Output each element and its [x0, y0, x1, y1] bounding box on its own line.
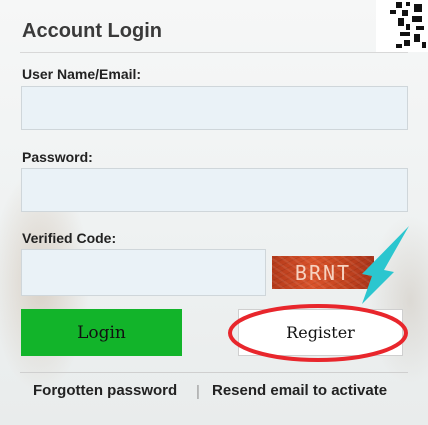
resend-activation-link[interactable]: Resend email to activate	[212, 382, 387, 399]
verified-code-input[interactable]	[21, 249, 266, 296]
login-button[interactable]: Login	[21, 309, 182, 356]
page-title: Account Login	[22, 20, 162, 42]
password-label: Password:	[22, 149, 93, 165]
username-label: User Name/Email:	[22, 66, 142, 82]
verified-code-label: Verified Code:	[22, 230, 117, 246]
captcha-text: BRNT	[294, 260, 352, 285]
links-divider	[20, 372, 408, 373]
register-button[interactable]: Register	[238, 309, 403, 356]
captcha-image[interactable]: BRNT	[272, 256, 374, 289]
login-panel: Account Login User Name/Email: Password:…	[0, 0, 428, 425]
link-separator: |	[196, 383, 200, 400]
username-input[interactable]	[21, 86, 408, 130]
qr-code-icon[interactable]	[376, 0, 428, 52]
forgotten-password-link[interactable]: Forgotten password	[33, 382, 177, 399]
password-input[interactable]	[21, 168, 408, 212]
title-divider	[20, 52, 408, 53]
